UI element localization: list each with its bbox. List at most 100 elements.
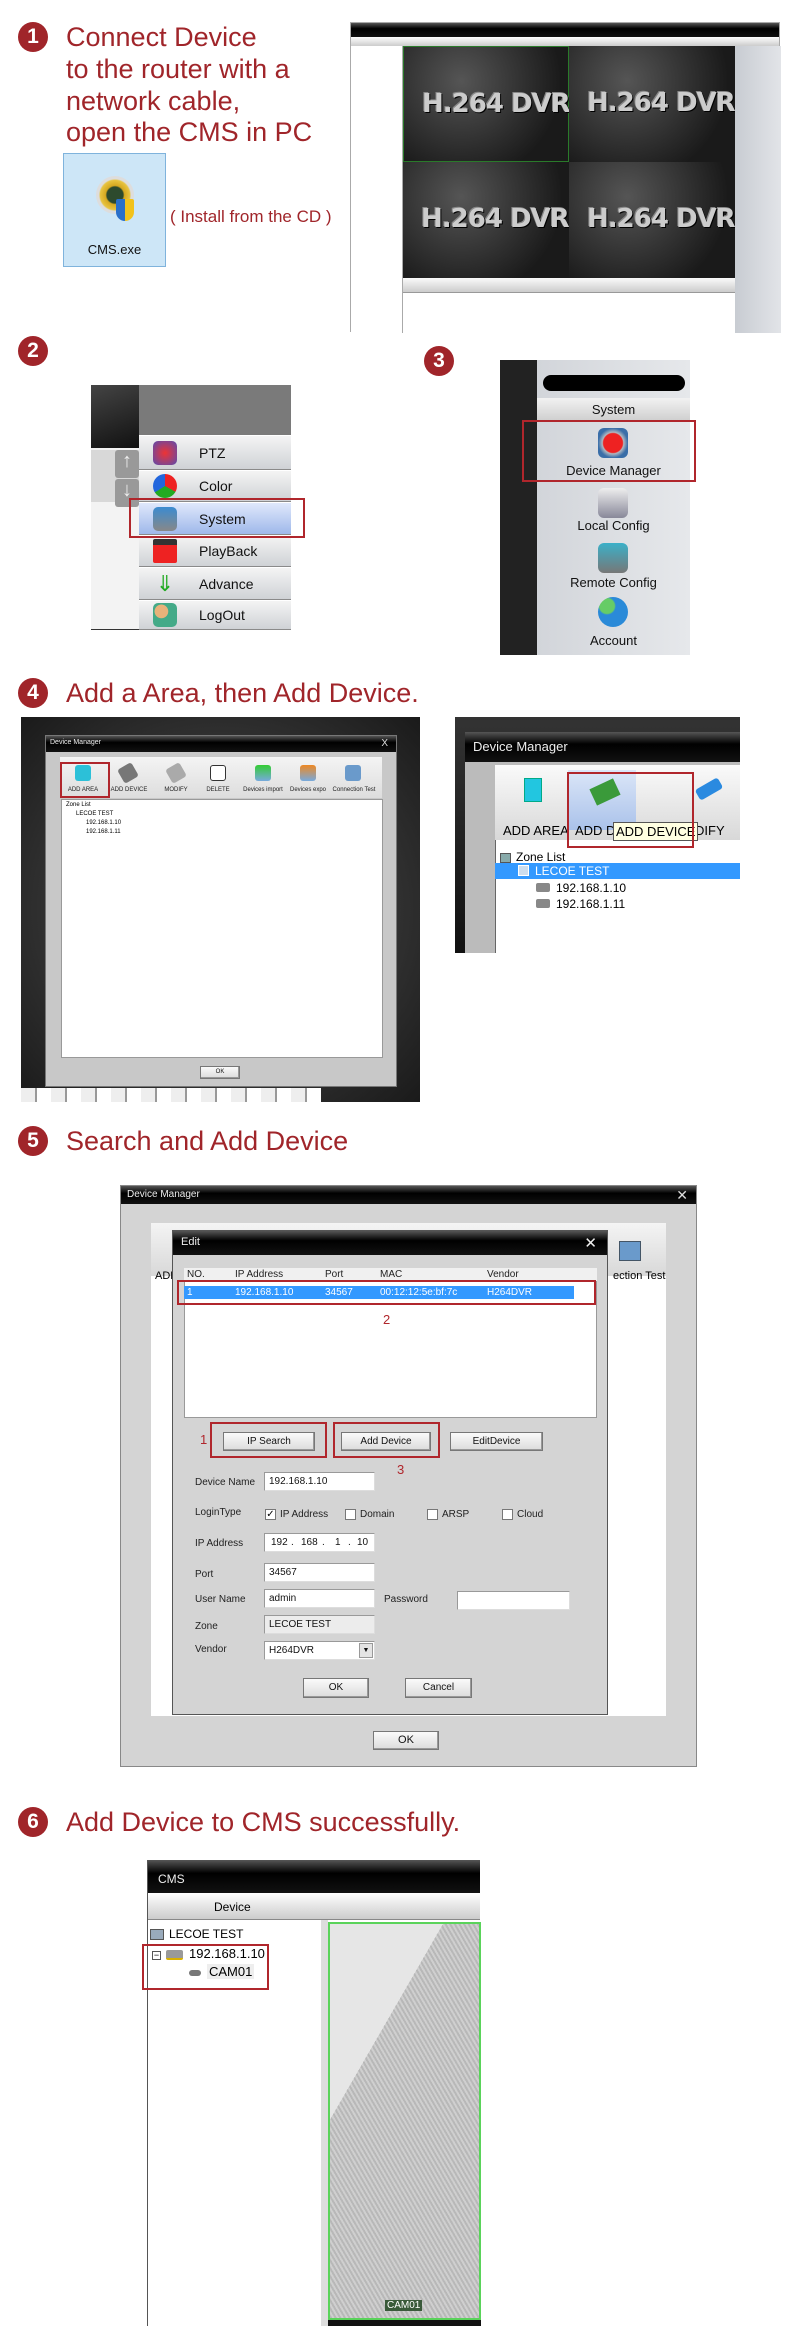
color-icon — [153, 474, 177, 498]
tree-zone[interactable]: LECOE TEST — [76, 811, 113, 817]
zone-list-icon — [500, 853, 511, 863]
checkbox-arsp[interactable] — [427, 1509, 438, 1520]
menu-item-playback[interactable]: PlayBack — [139, 535, 291, 567]
cancel-button[interactable]: Cancel — [405, 1678, 472, 1698]
column-header[interactable]: Port — [325, 1269, 343, 1280]
connection-test-icon[interactable] — [619, 1241, 641, 1261]
step-number: 1 — [18, 22, 48, 52]
toolbar-import[interactable]: Devices import — [243, 787, 283, 793]
step-marker: 2 — [383, 1312, 391, 1327]
step1-line: Connect Device — [66, 22, 257, 52]
tab-device[interactable]: Device — [214, 1900, 251, 1914]
section-header: System — [591, 402, 636, 417]
toolbar-modify[interactable]: MODIFY — [164, 787, 187, 793]
close-button[interactable]: X — [381, 738, 388, 749]
user-name-input[interactable]: admin — [264, 1589, 375, 1608]
video-channel[interactable]: H.264 DVR — [403, 162, 570, 278]
toolbar-add-device[interactable]: ADD DEVICE — [111, 787, 148, 793]
outer-ok-button[interactable]: OK — [373, 1731, 439, 1750]
add-area-icon[interactable] — [524, 778, 542, 802]
highlight-box — [333, 1422, 440, 1458]
tree-root[interactable]: Zone List — [66, 802, 91, 808]
ptz-icon — [153, 440, 177, 465]
checkbox-label: Cloud — [517, 1509, 544, 1520]
menu-item-logout[interactable]: LogOut — [139, 600, 291, 630]
remote-config-label[interactable]: Remote Config — [537, 575, 690, 590]
splitter[interactable] — [321, 1920, 328, 2326]
logout-icon — [153, 603, 177, 627]
ip-address-input[interactable]: 192. 168. 1. 10 — [264, 1533, 375, 1552]
account-icon[interactable] — [598, 597, 628, 627]
ok-button[interactable]: OK — [303, 1678, 369, 1698]
dialog-title: Device Manager — [465, 732, 740, 762]
tree-device[interactable]: 192.168.1.11 — [86, 829, 121, 835]
step-number: 6 — [18, 1807, 48, 1837]
shield-icon — [116, 199, 134, 221]
checkbox-cloud[interactable] — [502, 1509, 513, 1520]
tree-zone-selected[interactable] — [495, 863, 740, 879]
tree-zone[interactable]: LECOE TEST — [169, 1927, 243, 1941]
import-icon[interactable] — [255, 765, 271, 781]
step6-heading: Add Device to CMS successfully. — [66, 1807, 461, 1837]
video-channel[interactable]: H.264 DVR — [569, 162, 736, 278]
toolbar-delete[interactable]: DELETE — [206, 787, 229, 793]
alarm-table — [403, 292, 735, 333]
local-config-label[interactable]: Local Config — [537, 518, 690, 533]
zone-icon — [518, 865, 529, 876]
connection-test-icon[interactable] — [345, 765, 361, 781]
step-marker: 1 — [200, 1432, 208, 1447]
step-number: 5 — [18, 1126, 48, 1156]
device-icon — [536, 883, 550, 892]
tree-zone[interactable]: LECOE TEST — [535, 864, 609, 878]
step-number: 3 — [424, 346, 454, 376]
toolbar-export[interactable]: Devices expo — [290, 787, 326, 793]
checkbox-ip-address[interactable]: ✓ — [265, 1509, 276, 1520]
tree-device[interactable]: 192.168.1.10 — [556, 881, 626, 895]
ok-button[interactable]: OK — [200, 1066, 240, 1079]
dialog-title: Edit — [173, 1231, 607, 1255]
column-header[interactable]: IP Address — [235, 1269, 283, 1280]
layout-toolbar — [403, 278, 735, 292]
toolbar-add-area[interactable]: ADD AREA — [503, 823, 569, 838]
video-channel[interactable]: H.264 DVR — [569, 46, 736, 162]
chevron-down-icon[interactable]: ▼ — [359, 1643, 373, 1658]
field-label: Zone — [195, 1621, 218, 1632]
device-name-input[interactable]: 192.168.1.10 — [264, 1472, 375, 1491]
column-header[interactable]: MAC — [380, 1269, 402, 1280]
scroll-up-icon[interactable]: ↑ — [115, 450, 139, 478]
video-view[interactable]: CAM01 — [328, 1922, 481, 2320]
dialog-title: Device Manager — [46, 736, 396, 752]
remote-config-icon[interactable] — [598, 543, 628, 573]
close-button[interactable]: ✕ — [676, 1187, 688, 1204]
close-button[interactable]: ✕ — [584, 1234, 597, 1252]
cms-exe-file[interactable]: CMS.exe — [63, 153, 166, 267]
edit-device-button[interactable]: EditDevice — [450, 1432, 543, 1451]
password-input[interactable] — [457, 1591, 570, 1610]
export-icon[interactable] — [300, 765, 316, 781]
port-input[interactable]: 34567 — [264, 1563, 375, 1582]
install-note: ( Install from the CD ) — [170, 207, 332, 226]
vendor-select[interactable]: H264DVR ▼ — [264, 1641, 375, 1660]
toolbar-connection-test[interactable]: ection Test — [613, 1270, 665, 1282]
video-channel[interactable]: H.264 DVR — [403, 46, 571, 162]
menu-item-advance[interactable]: ⇓ Advance — [139, 567, 291, 600]
zone-input: LECOE TEST — [264, 1615, 375, 1634]
delete-trash-icon[interactable] — [210, 765, 226, 781]
checkbox-domain[interactable] — [345, 1509, 356, 1520]
highlight-box — [177, 1280, 596, 1305]
step-number: 4 — [18, 678, 48, 708]
column-header[interactable]: Vendor — [487, 1269, 519, 1280]
toolbar-connection-test[interactable]: Connection Test — [333, 787, 376, 793]
cms-main-screenshot: H.264 DVR H.264 DVR H.264 DVR H.264 DVR — [350, 22, 781, 333]
tree-device[interactable]: 192.168.1.11 — [556, 897, 625, 911]
column-header[interactable]: NO. — [187, 1269, 205, 1280]
playback-icon — [153, 539, 177, 563]
tree-device[interactable]: 192.168.1.10 — [86, 820, 121, 826]
menu-item-ptz[interactable]: PTZ — [139, 435, 291, 470]
checkbox-label: Domain — [360, 1509, 395, 1520]
account-label[interactable]: Account — [537, 633, 690, 648]
local-config-icon[interactable] — [598, 488, 628, 518]
tree-root[interactable]: Zone List — [516, 850, 565, 864]
layout-toolbar — [21, 1088, 321, 1102]
toolbar-modify[interactable]: DIFY — [695, 823, 725, 838]
